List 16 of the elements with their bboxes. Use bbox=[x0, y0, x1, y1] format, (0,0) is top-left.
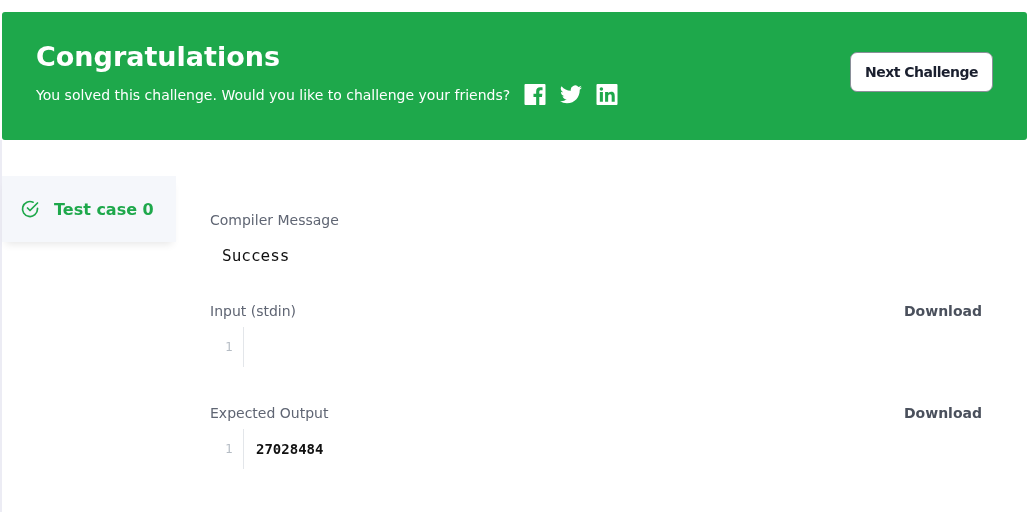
section-label: Compiler Message bbox=[210, 212, 339, 228]
section-label: Input (stdin) bbox=[210, 303, 297, 319]
section-label: Expected Output bbox=[210, 405, 329, 421]
linkedin-icon[interactable] bbox=[596, 84, 619, 105]
facebook-icon[interactable] bbox=[524, 84, 547, 105]
banner-message: You solved this challenge. Would you like to challenge your friends? bbox=[36, 86, 511, 103]
download-link[interactable]: Download bbox=[903, 405, 982, 421]
next-challenge-button[interactable]: Next Challenge bbox=[849, 52, 993, 92]
check-circle-icon bbox=[20, 199, 40, 219]
compiler-message: Success bbox=[222, 246, 291, 265]
banner-title: Congratulations bbox=[36, 41, 282, 72]
line-number: 1 bbox=[210, 327, 244, 367]
line-number: 1 bbox=[210, 429, 244, 469]
code-text: 27028484 bbox=[256, 441, 324, 457]
bird-icon[interactable] bbox=[560, 84, 583, 105]
download-link[interactable]: Download bbox=[903, 303, 982, 319]
